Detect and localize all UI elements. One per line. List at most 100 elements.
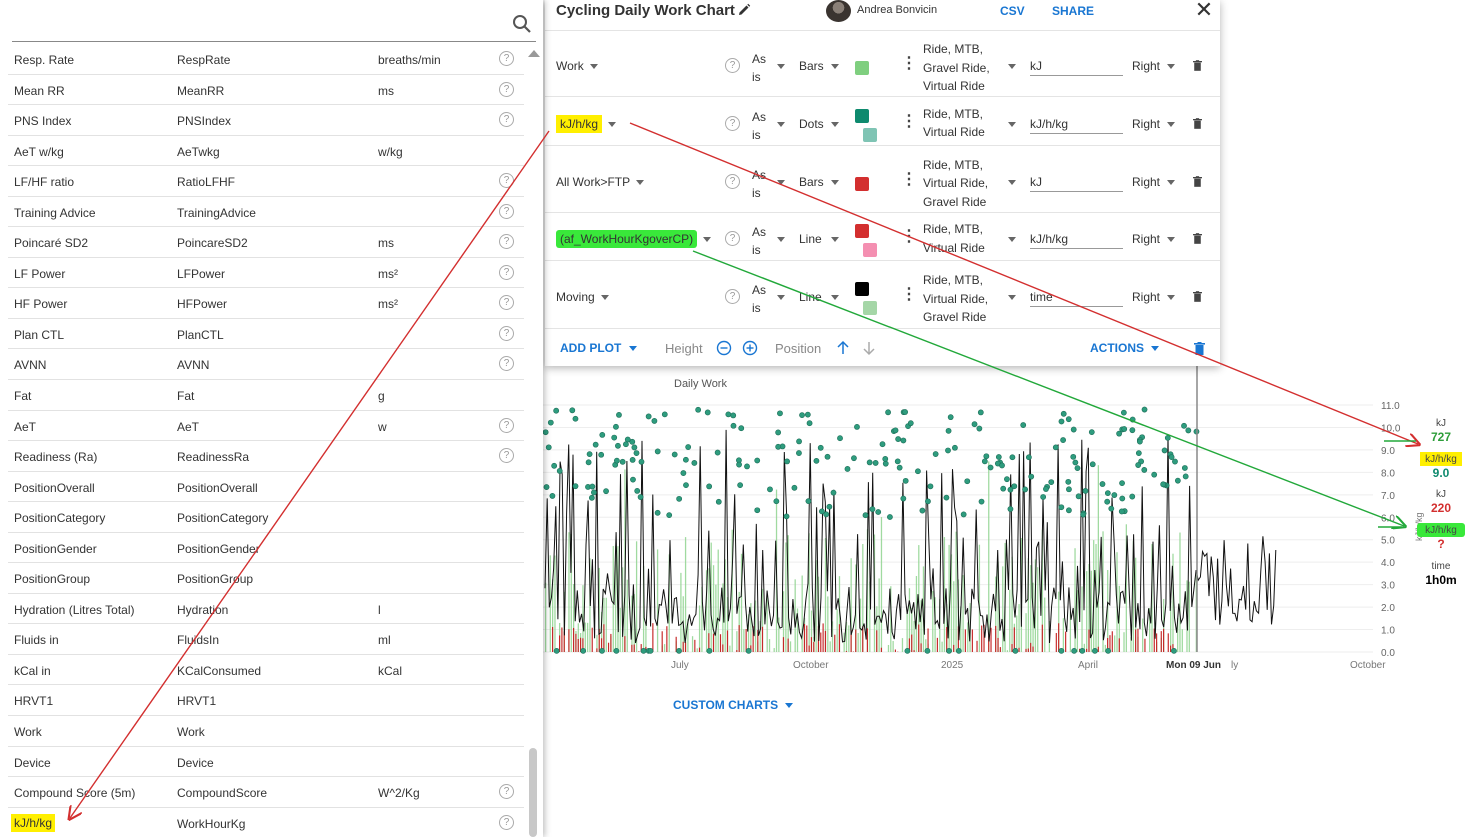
field-list-row[interactable]: Readiness (Ra) ReadinessRa? xyxy=(8,441,524,472)
plot-field-select[interactable]: (af_WorkHourKgoverCP) xyxy=(556,230,712,248)
help-icon[interactable]: ? xyxy=(499,51,514,66)
plot-axis-select[interactable]: Right xyxy=(1132,290,1160,304)
field-list-row[interactable]: Plan CTL PlanCTL? xyxy=(8,319,524,350)
trash-icon[interactable] xyxy=(1194,342,1205,355)
help-icon[interactable]: ? xyxy=(725,231,740,246)
series-secondary-color-swatch[interactable] xyxy=(863,127,877,142)
field-list-row[interactable]: AeT AeT w? xyxy=(8,411,524,442)
field-list-row[interactable]: Compound Score (5m) CompoundScore W^2/Kg? xyxy=(8,777,524,808)
plot-unit-input[interactable]: kJ xyxy=(1030,52,1123,76)
chevron-down-icon[interactable] xyxy=(1008,179,1016,185)
help-icon[interactable]: ? xyxy=(499,81,514,97)
chevron-down-icon[interactable] xyxy=(1008,237,1016,242)
field-list-row[interactable]: kJ/h/kg WorkHourKg? xyxy=(8,808,524,837)
more-vert-icon[interactable]: ⋮ xyxy=(901,287,917,303)
field-list-row[interactable]: PositionGroup PositionGroup xyxy=(8,563,524,594)
field-list-row[interactable]: AeT w/kg AeTwkg w/kg xyxy=(8,136,524,167)
actions-button[interactable]: ACTIONS xyxy=(1090,341,1160,355)
series-color-swatch[interactable] xyxy=(855,176,869,191)
plot-kind-select[interactable]: Bars xyxy=(799,59,824,73)
help-icon[interactable]: ? xyxy=(499,814,514,830)
field-search-input[interactable] xyxy=(12,8,536,42)
help-icon[interactable]: ? xyxy=(499,234,514,250)
plot-kind-select[interactable]: Bars xyxy=(799,175,824,189)
field-list-row[interactable]: Poincaré SD2 PoincareSD2 ms? xyxy=(8,227,524,258)
plot-unit-input[interactable]: kJ/h/kg xyxy=(1030,110,1123,134)
help-icon[interactable]: ? xyxy=(499,784,514,800)
height-increase-icon[interactable] xyxy=(742,340,758,356)
field-list-row[interactable]: PNS Index PNSIndex? xyxy=(8,105,524,136)
plot-mode-select[interactable]: As is xyxy=(752,50,774,86)
series-color-swatch[interactable] xyxy=(855,61,869,75)
series-color-swatch[interactable] xyxy=(855,108,869,123)
field-list-row[interactable]: HRVT1 HRVT1 xyxy=(8,685,524,717)
trash-icon[interactable] xyxy=(1193,291,1202,302)
field-list-row[interactable]: Hydration (Litres Total) Hydration l xyxy=(8,594,524,625)
help-icon[interactable]: ? xyxy=(499,325,514,341)
field-list-row[interactable]: Work Work xyxy=(8,716,524,747)
field-list-row[interactable]: Device Device xyxy=(8,747,524,778)
help-icon[interactable]: ? xyxy=(499,295,514,311)
trash-icon[interactable] xyxy=(1193,117,1202,129)
chevron-down-icon[interactable] xyxy=(1167,64,1175,69)
field-list-row[interactable]: PositionGender PositionGender xyxy=(8,533,524,564)
field-list-row[interactable]: Fat Fat g xyxy=(8,380,524,411)
field-list-row[interactable]: HF Power HFPower ms²? xyxy=(8,288,524,319)
help-icon[interactable]: ? xyxy=(499,448,514,464)
series-secondary-color-swatch[interactable] xyxy=(863,301,877,315)
chevron-down-icon[interactable] xyxy=(1008,64,1016,69)
activity-types-select[interactable]: Ride, MTB, Virtual Ride, Gravel Ride xyxy=(923,156,1003,212)
chevron-down-icon[interactable] xyxy=(1167,179,1175,185)
scrollbar-thumb[interactable] xyxy=(529,748,537,837)
plot-axis-select[interactable]: Right xyxy=(1132,175,1160,189)
pencil-icon[interactable] xyxy=(737,3,751,17)
chevron-down-icon[interactable] xyxy=(777,121,785,127)
more-vert-icon[interactable]: ⋮ xyxy=(901,171,917,188)
close-icon[interactable]: ✕ xyxy=(1193,0,1215,22)
help-icon[interactable]: ? xyxy=(725,58,740,73)
help-icon[interactable]: ? xyxy=(499,112,514,128)
custom-charts-button[interactable]: CUSTOM CHARTS xyxy=(673,698,794,712)
plot-unit-input[interactable]: kJ/h/kg xyxy=(1030,225,1123,249)
more-vert-icon[interactable]: ⋮ xyxy=(901,56,917,72)
more-vert-icon[interactable]: ⋮ xyxy=(901,229,917,245)
trash-icon[interactable] xyxy=(1193,60,1202,71)
plot-axis-select[interactable]: Right xyxy=(1132,117,1160,131)
plot-kind-select[interactable]: Line xyxy=(799,290,822,304)
activity-types-select[interactable]: Ride, MTB, Virtual Ride xyxy=(923,220,1003,257)
plot-mode-select[interactable]: As is xyxy=(752,223,774,259)
daily-work-chart[interactable]: 0.0 1.0 2.0 3.0 4.0 5.0 6.0 7.0 8.0 9.0 10.0 11.0 Da… xyxy=(543,366,1482,676)
series-secondary-color-swatch[interactable] xyxy=(863,243,877,257)
help-icon[interactable]: ? xyxy=(725,173,740,189)
activity-types-select[interactable]: Ride, MTB, Virtual Ride xyxy=(923,105,1003,142)
trash-icon[interactable] xyxy=(1193,233,1202,244)
chevron-down-icon[interactable] xyxy=(777,237,785,242)
chevron-down-icon[interactable] xyxy=(831,237,839,242)
avatar[interactable] xyxy=(826,0,851,22)
plot-mode-select[interactable]: As is xyxy=(752,281,774,317)
height-decrease-icon[interactable] xyxy=(716,340,732,356)
chevron-down-icon[interactable] xyxy=(831,121,839,127)
trash-icon[interactable] xyxy=(1193,175,1202,187)
more-vert-icon[interactable]: ⋮ xyxy=(901,113,917,130)
help-icon[interactable]: ? xyxy=(499,264,514,280)
plot-field-select[interactable]: Moving xyxy=(556,290,609,304)
field-list-scrollbar[interactable] xyxy=(527,48,540,837)
chevron-down-icon[interactable] xyxy=(831,179,839,185)
chevron-down-icon[interactable] xyxy=(1008,121,1016,127)
field-list-row[interactable]: AVNN AVNN? xyxy=(8,349,524,381)
field-list-row[interactable]: Fluids in FluidsIn ml xyxy=(8,624,524,655)
chevron-down-icon[interactable] xyxy=(1167,121,1175,127)
plot-unit-input[interactable]: time xyxy=(1030,283,1123,307)
plot-field-select[interactable]: Work xyxy=(556,59,598,73)
plot-kind-select[interactable]: Line xyxy=(799,232,822,246)
share-button[interactable]: SHARE xyxy=(1052,4,1094,18)
plot-unit-input[interactable]: kJ xyxy=(1030,168,1123,192)
chevron-down-icon[interactable] xyxy=(1167,295,1175,300)
help-icon[interactable]: ? xyxy=(725,289,740,304)
plot-field-select[interactable]: kJ/h/kg xyxy=(556,114,617,133)
plot-axis-select[interactable]: Right xyxy=(1132,59,1160,73)
chevron-down-icon[interactable] xyxy=(777,295,785,300)
field-list-row[interactable]: LF Power LFPower ms²? xyxy=(8,258,524,289)
chevron-down-icon[interactable] xyxy=(777,64,785,69)
